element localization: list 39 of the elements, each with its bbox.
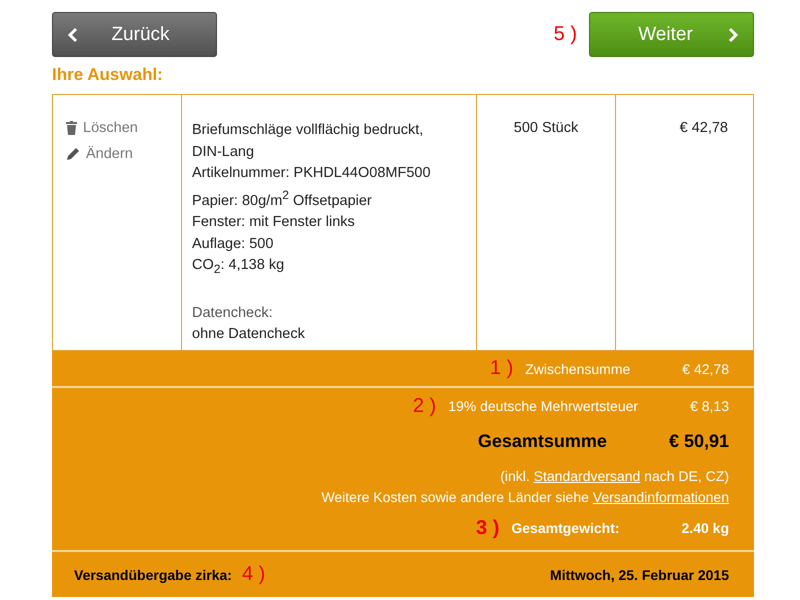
annotation-number: 4 ) xyxy=(242,563,266,586)
annotation-number: 1 ) xyxy=(490,357,514,380)
tax-label: 19% deutsche Mehrwertsteuer xyxy=(448,398,638,414)
product-detail: DIN-Lang xyxy=(192,142,254,162)
product-detail: Papier: 80g/m$^{2}$ Offsetpapier xyxy=(192,186,372,211)
total-label: Gesamtsumme xyxy=(478,430,607,452)
product-detail: Fenster: mit Fenster links xyxy=(192,213,355,232)
delivery-label: Versandübergabe zirka: xyxy=(74,566,232,582)
product-detail: CO$_{2}$: 4,138 kg xyxy=(192,256,284,278)
annotation-number: 5 ) xyxy=(554,23,577,46)
subtotal-label: Zwischensumme xyxy=(525,360,630,376)
chevron-left-icon xyxy=(67,26,79,42)
link[interactable]: Versandinformationen xyxy=(592,489,729,505)
shipping-note: Weitere Kosten sowie andere Länder siehe Versandinformationen xyxy=(320,488,729,507)
data-check-value: ohne Datencheck xyxy=(192,325,305,344)
pencil-icon xyxy=(66,147,80,161)
delivery-date: Mittwoch, 25. Februar 2015 xyxy=(550,566,729,582)
trash-icon xyxy=(66,121,77,135)
product-detail: Auflage: 500 xyxy=(192,234,274,254)
edit-link[interactable]: Ändern xyxy=(86,146,133,162)
item-price: € 42,78 xyxy=(680,120,728,136)
link[interactable]: Standardversand xyxy=(534,468,640,484)
subtotal-value: € 42,78 xyxy=(682,360,729,376)
next-button[interactable]: Weiter xyxy=(589,12,754,57)
data-check-label: Datencheck: xyxy=(192,304,273,323)
quantity: 500 Stück xyxy=(514,120,578,136)
annotation-number: 3 ) xyxy=(476,516,500,540)
product-detail: Briefumschläge vollflächig bedruckt, xyxy=(192,121,424,140)
product-detail: Artikelnummer: PKHDL44O08MF500 xyxy=(192,164,431,184)
back-button[interactable]: Zurück xyxy=(52,12,217,57)
weight-label: Gesamtgewicht: xyxy=(511,520,620,536)
tax-value: € 8,13 xyxy=(690,398,729,414)
section-title: Ihre Auswahl: xyxy=(52,65,164,85)
weight-value: 2.40 kg xyxy=(682,520,729,536)
delete-link[interactable]: Löschen xyxy=(83,120,138,136)
chevron-right-icon xyxy=(727,26,739,42)
total-value: € 50,91 xyxy=(668,430,729,452)
annotation-number: 2 ) xyxy=(412,394,436,418)
shipping-note: (inkl. Standardversand nach DE, CZ) xyxy=(499,467,729,486)
